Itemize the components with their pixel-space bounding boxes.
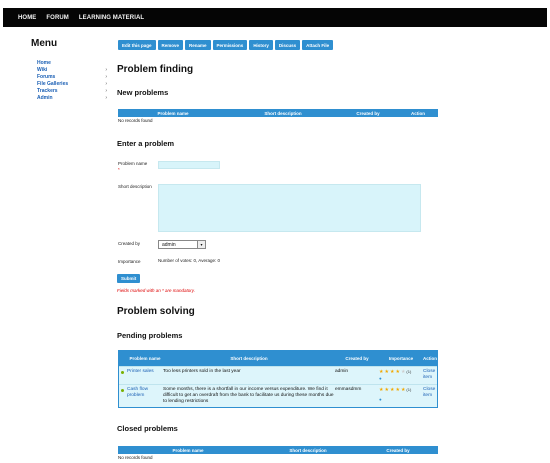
nav-home[interactable]: HOME — [18, 15, 36, 21]
short-description-textarea[interactable] — [158, 184, 421, 232]
remove-button[interactable]: Remove — [157, 40, 184, 50]
permissions-button[interactable]: Permissions — [212, 40, 248, 50]
edit-page-button[interactable]: Edit this page — [118, 40, 156, 50]
star-icon[interactable]: ★ — [401, 387, 405, 393]
empty-message: No records found — [118, 118, 153, 123]
new-problems-heading: New problems — [117, 88, 169, 97]
pending-problems-table: Problem name Short description Created b… — [118, 350, 438, 408]
closed-problems-table: Problem name Short description Created b… — [118, 446, 438, 460]
created-by-label: Created by — [118, 241, 141, 246]
close-item-link[interactable]: Close item — [423, 387, 437, 405]
closed-problems-heading: Closed problems — [117, 424, 178, 433]
chevron-right-icon: › — [105, 95, 107, 101]
problem-link[interactable]: Cash flow problem — [127, 387, 163, 405]
bullet-icon — [121, 389, 124, 392]
created-by-select[interactable]: admin ▾ — [158, 240, 206, 249]
chevron-right-icon: › — [105, 67, 107, 73]
sidebar-item-wiki[interactable]: Wiki › — [37, 67, 107, 74]
nav-learning-material[interactable]: LEARNING MATERIAL — [79, 15, 144, 21]
sidebar-item-forums[interactable]: Forums › — [37, 74, 107, 81]
new-problems-table: Problem name Short description Created b… — [118, 109, 438, 123]
sidebar-item-file-galleries[interactable]: File Galleries › — [37, 81, 107, 88]
star-icon[interactable]: ★ — [401, 369, 405, 375]
submit-button[interactable]: Submit — [117, 274, 141, 283]
table-row: Printer sales Too less printers sold in … — [119, 366, 437, 384]
rating: ★ ★ ★ ★ ★ (1) ● — [379, 387, 423, 405]
enter-problem-heading: Enter a problem — [117, 139, 175, 148]
star-icon[interactable]: ★ — [390, 387, 394, 393]
rating: ★ ★ ★ ★ ★ (1) ● — [379, 369, 423, 382]
sidebar-item-admin[interactable]: Admin › — [37, 95, 107, 102]
problem-name-label: Problem name * — [118, 161, 148, 172]
vote-count: (1) — [406, 387, 412, 392]
chevron-right-icon: › — [105, 81, 107, 87]
problem-description: Some months, there is a shortfall in our… — [163, 387, 334, 404]
created-by-value: emmasdmm — [335, 387, 362, 392]
star-icon[interactable]: ★ — [384, 369, 388, 375]
info-icon[interactable]: ● — [379, 397, 423, 403]
vote-count: (1) — [406, 369, 412, 374]
sidebar-item-home[interactable]: Home — [37, 60, 107, 67]
page-title: Problem finding — [117, 64, 194, 75]
chevron-down-icon: ▾ — [197, 241, 205, 248]
chevron-right-icon: › — [105, 74, 107, 80]
page-toolbar: Edit this page Remove Rename Permissions… — [118, 40, 334, 50]
top-nav-bar: HOME FORUM LEARNING MATERIAL — [3, 8, 547, 27]
sidebar-menu: Home Wiki › Forums › File Galleries › Track… — [37, 60, 107, 102]
rename-button[interactable]: Rename — [185, 40, 211, 50]
close-item-link[interactable]: Close item — [423, 369, 437, 382]
table-header: Problem name Short description Created b… — [118, 446, 438, 454]
table-row: Cash flow problem Some months, there is … — [119, 384, 437, 407]
star-icon[interactable]: ★ — [379, 387, 383, 393]
star-icon[interactable]: ★ — [384, 387, 388, 393]
problem-link[interactable]: Printer sales — [127, 369, 163, 382]
empty-message: No records found — [118, 455, 153, 460]
attach-file-button[interactable]: Attach File — [302, 40, 334, 50]
star-icon[interactable]: ★ — [395, 387, 399, 393]
bullet-icon — [121, 371, 124, 374]
pending-problems-heading: Pending problems — [117, 331, 183, 340]
nav-forum[interactable]: FORUM — [46, 15, 69, 21]
short-description-label: Short description — [118, 184, 152, 189]
problem-description: Too less printers sold in the last year — [163, 369, 241, 374]
star-icon[interactable]: ★ — [390, 369, 394, 375]
info-icon[interactable]: ● — [379, 376, 423, 382]
mandatory-note: Fields marked with an * are mandatory. — [117, 288, 195, 293]
discuss-button[interactable]: Discuss — [274, 40, 301, 50]
table-header: Problem name Short description Created b… — [118, 109, 438, 117]
menu-title: Menu — [31, 38, 58, 49]
table-header: Problem name Short description Created b… — [119, 351, 437, 366]
importance-value: Number of votes: 0, Average: 0 — [158, 258, 220, 263]
history-button[interactable]: History — [249, 40, 273, 50]
problem-name-input[interactable] — [158, 161, 220, 169]
importance-label: Importance — [118, 259, 141, 264]
sidebar-item-trackers[interactable]: Trackers › — [37, 88, 107, 95]
star-icon[interactable]: ★ — [395, 369, 399, 375]
problem-solving-title: Problem solving — [117, 306, 195, 317]
chevron-right-icon: › — [105, 88, 107, 94]
star-icon[interactable]: ★ — [379, 369, 383, 375]
created-by-value: admin — [335, 369, 349, 374]
